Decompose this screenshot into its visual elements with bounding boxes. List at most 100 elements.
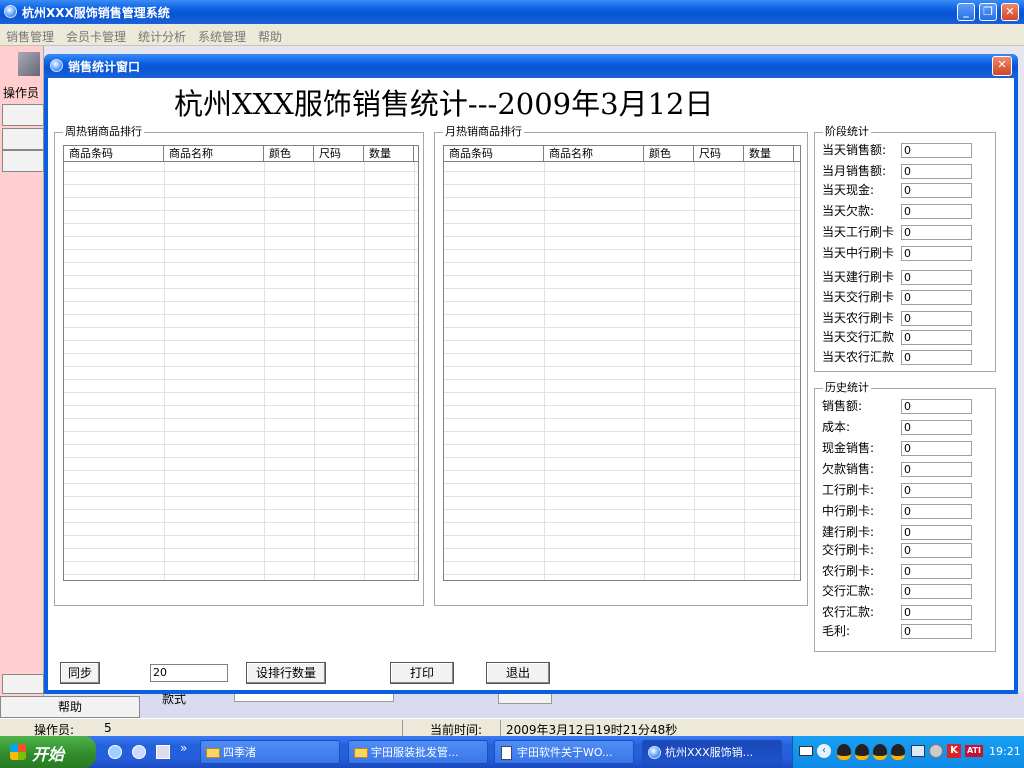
task-label: 四季渚 (223, 746, 256, 759)
stat-label: 工行刷卡: (822, 483, 875, 497)
start-button[interactable]: 开始 (0, 736, 96, 768)
grid-column-line (544, 162, 545, 580)
history-stats-group: 历史统计 销售额: 0 成本: 0 现金销售: 0 欠款销售: 0 工行刷卡: … (814, 381, 996, 652)
menu-help[interactable]: 帮助 (258, 28, 282, 45)
weekly-hot-group: 周热销商品排行 商品条码 商品名称 颜色 尺码 数量 (54, 125, 424, 606)
stat-value-field[interactable]: 0 (901, 564, 972, 579)
stat-value-field[interactable]: 0 (901, 204, 972, 219)
stat-value-field[interactable]: 0 (901, 350, 972, 365)
grid-column-line (414, 162, 415, 580)
task-button-document[interactable]: 宇田软件关于WO... (494, 740, 634, 764)
qq-icon[interactable] (837, 744, 851, 760)
stat-label: 当天交行刷卡 (822, 290, 895, 304)
column-header-name[interactable]: 商品名称 (544, 146, 644, 162)
weekly-hot-grid[interactable]: 商品条码 商品名称 颜色 尺码 数量 (63, 145, 419, 581)
folder-icon (206, 748, 220, 758)
qq-icon[interactable] (873, 744, 887, 760)
column-header-color[interactable]: 颜色 (644, 146, 694, 162)
history-stats-legend: 历史统计 (823, 381, 871, 395)
main-sidebar: 操作员 (0, 46, 44, 718)
qq-icon[interactable] (855, 744, 869, 760)
windows-logo-icon (10, 744, 26, 760)
main-title-bar: 杭州XXX服饰销售管理系统 _ ❐ ✕ (0, 0, 1024, 24)
column-header-size[interactable]: 尺码 (694, 146, 744, 162)
quick-launch-app-icon[interactable] (156, 745, 170, 759)
status-divider (500, 720, 501, 736)
stat-value-field[interactable]: 0 (901, 624, 972, 639)
stat-value-field[interactable]: 0 (901, 525, 972, 540)
folder-icon (354, 748, 368, 758)
menu-statistics[interactable]: 统计分析 (138, 28, 186, 45)
column-header-barcode[interactable]: 商品条码 (444, 146, 544, 162)
qq-icon[interactable] (891, 744, 905, 760)
grid-column-line (364, 162, 365, 580)
tray-expand-icon[interactable]: ‹ (817, 744, 831, 758)
antivirus-icon[interactable] (929, 744, 943, 758)
stat-label: 当天欠款: (822, 204, 875, 218)
stat-value-field[interactable]: 0 (901, 420, 972, 435)
restore-button[interactable]: ❐ (979, 3, 997, 21)
column-header-name[interactable]: 商品名称 (164, 146, 264, 162)
operator-icon (18, 52, 40, 76)
task-button-folder[interactable]: 宇田服装批发管... (348, 740, 488, 764)
monthly-hot-grid[interactable]: 商品条码 商品名称 颜色 尺码 数量 (443, 145, 801, 581)
stat-value-field[interactable]: 0 (901, 225, 972, 240)
stat-value-field[interactable]: 0 (901, 290, 972, 305)
stat-value-field[interactable]: 0 (901, 543, 972, 558)
status-divider (402, 720, 403, 736)
sidebar-help-button[interactable]: 帮助 (0, 696, 140, 718)
task-button-app-active[interactable]: 杭州XXX服饰销... (642, 740, 782, 764)
stat-value-field[interactable]: 0 (901, 143, 972, 158)
quick-launch-ie-icon[interactable] (108, 745, 122, 759)
k-icon[interactable]: K (947, 744, 961, 758)
column-header-quantity[interactable]: 数量 (744, 146, 794, 162)
grid-column-line (314, 162, 315, 580)
stat-value-field[interactable]: 0 (901, 462, 972, 477)
tray-clock[interactable]: 19:21 (989, 745, 1021, 758)
task-label: 杭州XXX服饰销... (665, 746, 754, 759)
keyboard-icon[interactable] (799, 746, 813, 756)
menu-system[interactable]: 系统管理 (198, 28, 246, 45)
set-rank-button[interactable]: 设排行数量 (246, 662, 326, 684)
system-tray: ‹ K ATI 19:21 (792, 736, 1024, 768)
dialog-close-button[interactable]: ✕ (992, 56, 1012, 76)
stat-value-field[interactable]: 0 (901, 605, 972, 620)
monthly-hot-legend: 月热销商品排行 (443, 125, 524, 139)
grid-header: 商品条码 商品名称 颜色 尺码 数量 (64, 146, 418, 162)
exit-button[interactable]: 退出 (486, 662, 550, 684)
column-header-quantity[interactable]: 数量 (364, 146, 414, 162)
sidebar-button[interactable] (2, 104, 44, 126)
stat-label: 当月销售额: (822, 164, 887, 178)
stat-label: 当天销售额: (822, 143, 887, 157)
task-button-folder[interactable]: 四季渚 (200, 740, 340, 764)
column-header-size[interactable]: 尺码 (314, 146, 364, 162)
stat-value-field[interactable]: 0 (901, 270, 972, 285)
grid-header: 商品条码 商品名称 颜色 尺码 数量 (444, 146, 800, 162)
close-button[interactable]: ✕ (1001, 3, 1019, 21)
stat-value-field[interactable]: 0 (901, 399, 972, 414)
stat-value-field[interactable]: 0 (901, 441, 972, 456)
sidebar-button[interactable] (2, 674, 44, 694)
sidebar-button[interactable] (2, 128, 44, 150)
network-icon[interactable] (911, 745, 925, 757)
sidebar-button[interactable] (2, 150, 44, 172)
column-header-barcode[interactable]: 商品条码 (64, 146, 164, 162)
stat-value-field[interactable]: 0 (901, 584, 972, 599)
stat-value-field[interactable]: 0 (901, 246, 972, 261)
stat-value-field[interactable]: 0 (901, 483, 972, 498)
stat-value-field[interactable]: 0 (901, 183, 972, 198)
print-button[interactable]: 打印 (390, 662, 454, 684)
stat-value-field[interactable]: 0 (901, 164, 972, 179)
ati-icon[interactable]: ATI (965, 745, 983, 757)
stat-value-field[interactable]: 0 (901, 504, 972, 519)
sync-button[interactable]: 同步 (60, 662, 100, 684)
quick-launch-m-icon[interactable] (132, 745, 146, 759)
column-header-color[interactable]: 颜色 (264, 146, 314, 162)
menu-member-card[interactable]: 会员卡管理 (66, 28, 126, 45)
stat-value-field[interactable]: 0 (901, 311, 972, 326)
rank-count-input[interactable]: 20 (150, 664, 228, 682)
menu-sales[interactable]: 销售管理 (6, 28, 54, 45)
quick-launch-more-icon[interactable]: » (180, 741, 187, 755)
minimize-button[interactable]: _ (957, 3, 975, 21)
stat-value-field[interactable]: 0 (901, 330, 972, 345)
